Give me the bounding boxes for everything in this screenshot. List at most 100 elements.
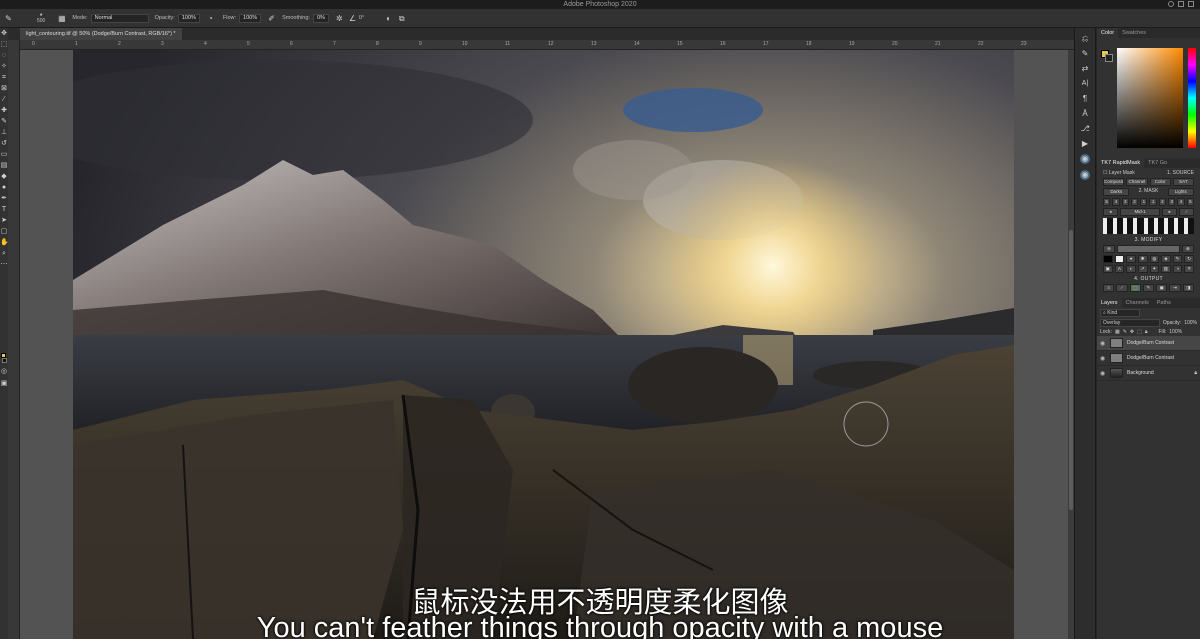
layer-mask-checkbox[interactable]: ☐ Layer Mask [1103,170,1135,176]
lights-2-button[interactable]: 2 [1158,198,1167,206]
search-icon[interactable] [1168,1,1174,7]
tab-paths[interactable]: Paths [1153,298,1175,308]
star-button[interactable]: ✱ [1137,255,1148,263]
path-select-tool-icon[interactable]: ➤ [0,215,8,226]
opacity-input[interactable]: 100% [177,13,200,23]
hand-tool-icon[interactable]: ✋ [0,237,9,248]
wand-button[interactable]: ✦ [1149,265,1160,273]
smoothing-input[interactable]: 0% [312,13,329,23]
midtones-minus-button[interactable]: ◂ [1103,208,1118,216]
share-icon[interactable] [1188,1,1194,7]
luma-button[interactable]: ◐ [1126,265,1136,273]
brush-output-button[interactable]: ⁄ [1116,284,1128,292]
black-swatch-button[interactable] [1103,255,1113,263]
adc-button[interactable]: A [1114,265,1125,273]
quick-select-tool-icon[interactable]: ✧ [0,61,8,72]
lock-all-icon[interactable]: 🔒︎ [1145,329,1148,335]
tk7-rapidmask-icon[interactable]: ◉ [1080,154,1090,164]
zone-selector[interactable] [1103,218,1195,234]
composite-button[interactable]: Composite [1103,178,1125,186]
tab-color[interactable]: Color [1097,28,1119,38]
workspace-icon[interactable] [1178,1,1184,7]
horizontal-ruler[interactable]: 0 1 2 3 4 5 6 7 8 9 10 11 12 13 14 15 16 17 18 19 20 21 22 23 [20,40,1074,50]
saturation-brightness-field[interactable] [1117,48,1183,148]
marquee-tool-icon[interactable]: ⬚ [0,39,8,50]
darks-4-button[interactable]: 4 [1112,198,1120,206]
lock-brush-icon[interactable]: ✎ [1123,329,1127,335]
gear-icon[interactable]: ✲ [335,14,344,23]
tk7-go-icon[interactable]: ◉ [1080,170,1090,180]
eyedropper-tool-icon[interactable]: ⁄ [0,94,8,105]
tab-tk7-go[interactable]: TK7 Go [1144,158,1171,168]
dodge-tool-icon[interactable]: ● [0,182,8,193]
stamp-tool-icon[interactable]: ⊥ [0,127,8,138]
tab-channels[interactable]: Channels [1122,298,1153,308]
brush-panel-icon[interactable]: ▦ [57,14,66,23]
mask-output-button[interactable]: ◨ [1182,284,1194,292]
move-tool-icon[interactable]: ✥ [0,28,8,39]
document-tab[interactable]: light_contouring.tif @ 50% (Dodge/Burn C… [20,28,182,40]
layer-filter-select[interactable]: ⌕ Kind [1100,309,1140,317]
hue-slider[interactable] [1188,48,1196,148]
character-panel-icon[interactable]: A| [1081,79,1090,88]
darks-3-button[interactable]: 3 [1121,198,1129,206]
brush-tool-icon[interactable]: ✎ [4,14,13,23]
darks-5-button[interactable]: 5 [1103,198,1111,206]
paint-output-button[interactable]: ✎ [1142,284,1155,292]
eraser-tool-icon[interactable]: ▭ [0,149,8,160]
expand-button[interactable]: ⊕ [1181,245,1194,253]
lights-button[interactable]: Lights [1167,188,1194,196]
layer-row[interactable]: ◉ Dodge/Burn Contrast [1097,336,1200,351]
background-color-swatch[interactable] [2,358,7,363]
tab-tk7-rapidmask[interactable]: TK7 RapidMask [1097,158,1145,168]
healing-tool-icon[interactable]: ✚ [0,105,8,116]
midtones-button[interactable]: Mid-1 [1119,208,1161,216]
layer-row[interactable]: ◉ Background 🔒︎ [1097,366,1200,381]
history-panel-icon[interactable]: ⎌ [1081,34,1090,43]
darks-2-button[interactable]: 2 [1130,198,1139,206]
selection-output-button[interactable]: ⬚ [1129,284,1141,292]
actions-play-icon[interactable]: ▶ [1081,139,1090,148]
white-swatch-button[interactable] [1114,255,1125,263]
frame-tool-icon[interactable]: ⊠ [0,83,8,94]
shrink-button[interactable]: ⊖ [1103,245,1116,253]
arrow-button[interactable]: ↗ [1137,265,1148,273]
brushes-panel-icon[interactable]: ✎ [1081,49,1090,58]
shape-tool-icon[interactable]: ▢ [0,226,8,237]
fill-value[interactable]: 100% [1169,329,1182,335]
sat-button[interactable]: SAT [1172,178,1194,186]
brush-tool-icon[interactable]: ✎ [0,116,8,127]
pressure-opacity-icon[interactable]: ◔ [206,14,215,23]
export-output-button[interactable]: ⇥ [1169,284,1181,292]
lights-4-button[interactable]: 4 [1177,198,1185,206]
eye-icon[interactable]: ◉ [1100,370,1106,377]
camera-button[interactable]: ▣ [1103,265,1113,273]
zone-picker-icon[interactable]: ⁄ [1179,208,1194,216]
blur-button[interactable]: ◍ [1149,255,1160,263]
layer-opacity-value[interactable]: 100% [1184,320,1197,326]
mask-icon-button[interactable]: ▥ [1161,265,1171,273]
darks-1-button[interactable]: 1 [1140,198,1148,206]
tab-layers[interactable]: Layers [1097,298,1122,308]
lights-1-button[interactable]: 1 [1149,198,1157,206]
half-button[interactable]: ◑ [1172,265,1183,273]
close-button[interactable]: ✕ [1184,265,1194,273]
quick-mask-icon[interactable]: ◎ [0,366,8,377]
airbrush-icon[interactable]: ✐ [267,14,276,23]
angle-value[interactable]: 0° [359,15,364,21]
background-color-chip[interactable] [1105,54,1113,62]
type-tool-icon[interactable]: T [0,204,8,215]
brush-button[interactable]: ✎ [1172,255,1183,263]
glyphs-panel-icon[interactable]: Ä [1081,109,1090,118]
pressure-size-icon[interactable]: ◐ [384,14,393,23]
flow-input[interactable]: 100% [239,13,262,23]
lock-artboard-icon[interactable]: ⬚ [1137,329,1142,335]
more-tools-icon[interactable]: ⋯ [0,259,8,270]
darks-button[interactable]: Darks [1103,188,1130,196]
brush-preset-picker[interactable]: ● 500 [37,12,45,24]
adjustments-icon[interactable]: ⇄ [1081,64,1090,73]
mode-select[interactable]: Normal [90,13,149,23]
zoom-tool-icon[interactable]: ⌕ [0,248,8,259]
gradient-tool-icon[interactable]: ▤ [0,160,8,171]
reset-button[interactable]: ↻ [1184,255,1194,263]
